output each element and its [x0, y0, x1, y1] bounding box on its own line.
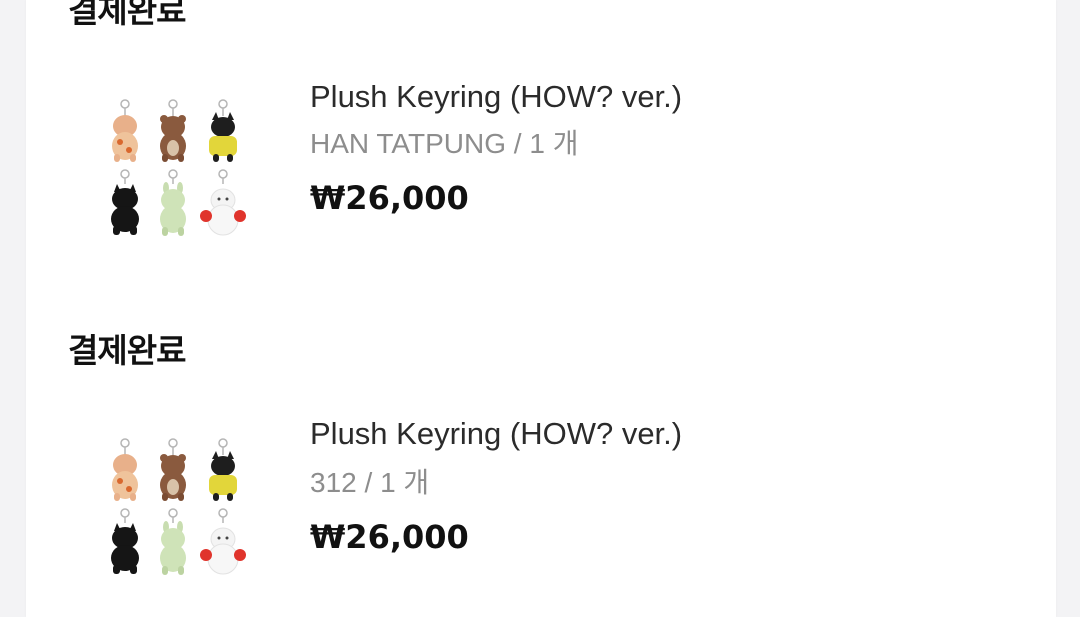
- product-price: ₩26,000: [310, 518, 469, 556]
- product-option-quantity: 312 / 1 개: [310, 469, 429, 497]
- product-name[interactable]: Plush Keyring (HOW? ver.): [310, 418, 682, 449]
- product-option: HAN TATPUNG: [310, 128, 507, 159]
- product-thumbnail[interactable]: [98, 435, 248, 585]
- product-quantity: 1 개: [380, 467, 430, 498]
- product-quantity: 1 개: [529, 128, 579, 159]
- order-status-label: 결제완료: [68, 0, 186, 30]
- product-price: ₩26,000: [310, 179, 469, 217]
- order-status-label: 결제완료: [68, 331, 186, 370]
- plush-keyring-image: [111, 99, 246, 236]
- product-name[interactable]: Plush Keyring (HOW? ver.): [310, 81, 682, 112]
- product-option-quantity: HAN TATPUNG / 1 개: [310, 130, 578, 158]
- meta-separator: /: [506, 128, 530, 159]
- order-list: 결제완료 Plush Keyring (HOW? ver.) HAN TATPU…: [26, 0, 1056, 617]
- plush-keyring-image: [111, 438, 246, 575]
- product-option: 312: [310, 467, 357, 498]
- meta-separator: /: [356, 467, 381, 498]
- product-thumbnail[interactable]: [98, 96, 248, 246]
